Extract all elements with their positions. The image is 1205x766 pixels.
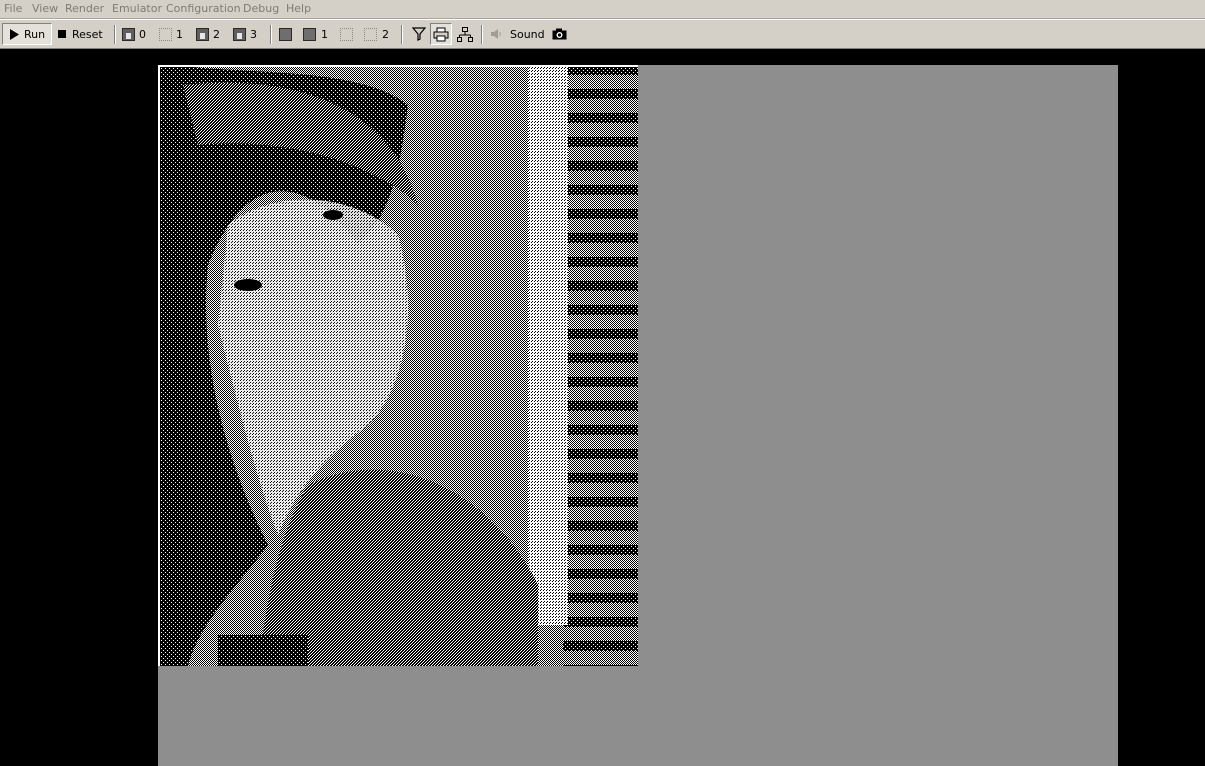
floppy-1-button[interactable]: 1 — [159, 23, 183, 45]
menu-emulator[interactable]: Emulator — [112, 2, 162, 15]
menu-file[interactable]: File — [4, 2, 22, 15]
reset-button[interactable]: Reset — [58, 23, 108, 45]
printer-icon — [433, 27, 449, 41]
sound-button[interactable]: Sound — [490, 23, 545, 45]
sound-label: Sound — [510, 27, 545, 41]
hard-disk-empty-icon — [364, 27, 377, 41]
hdd-2-empty-button[interactable] — [340, 23, 353, 45]
filter-button[interactable] — [410, 23, 428, 45]
floppy-icon — [196, 27, 209, 41]
hdd-2-button[interactable]: 2 — [364, 23, 389, 45]
floppy-empty-icon — [159, 27, 172, 41]
hdd-2-label: 2 — [382, 27, 389, 41]
stop-icon — [58, 29, 66, 38]
menu-debug[interactable]: Debug — [243, 2, 279, 15]
floppy-0-label: 0 — [139, 27, 146, 41]
printer-button[interactable] — [430, 23, 452, 45]
hdd-1-label: 1 — [321, 27, 328, 41]
run-label: Run — [24, 27, 46, 41]
floppy-icon — [122, 27, 135, 41]
toolbar-separator — [481, 25, 483, 44]
menu-render[interactable]: Render — [65, 2, 104, 15]
toolbar-separator — [270, 25, 272, 44]
speaker-icon — [491, 29, 501, 39]
filter-icon — [412, 27, 426, 41]
menu-configuration[interactable]: Configuration — [166, 2, 241, 15]
floppy-2-label: 2 — [213, 27, 220, 41]
floppy-3-label: 3 — [250, 27, 257, 41]
hdd-0-button[interactable] — [279, 23, 292, 45]
floppy-icon — [233, 27, 246, 41]
emulated-display-image[interactable] — [158, 65, 638, 666]
hard-disk-empty-icon — [340, 27, 353, 41]
floppy-0-button[interactable]: 0 — [122, 23, 146, 45]
run-button[interactable]: Run — [2, 23, 52, 45]
play-icon — [10, 28, 19, 40]
menu-bar: File View Render Emulator Configuration … — [0, 0, 1205, 19]
floppy-3-button[interactable]: 3 — [233, 23, 257, 45]
floppy-2-button[interactable]: 2 — [196, 23, 220, 45]
toolbar: Run Reset 0 1 2 3 1 2 Sound — [0, 19, 1205, 49]
network-icon — [457, 26, 473, 42]
toolbar-separator — [114, 25, 116, 44]
hard-disk-icon — [279, 27, 292, 41]
floppy-1-label: 1 — [176, 27, 183, 41]
hdd-1-button[interactable]: 1 — [303, 23, 328, 45]
hard-disk-icon — [303, 27, 316, 41]
camera-icon — [552, 28, 566, 40]
menu-help[interactable]: Help — [286, 2, 311, 15]
toolbar-separator — [401, 25, 403, 44]
screenshot-button[interactable] — [550, 23, 568, 45]
menu-view[interactable]: View — [32, 2, 58, 15]
reset-label: Reset — [72, 27, 103, 41]
network-button[interactable] — [455, 23, 475, 45]
